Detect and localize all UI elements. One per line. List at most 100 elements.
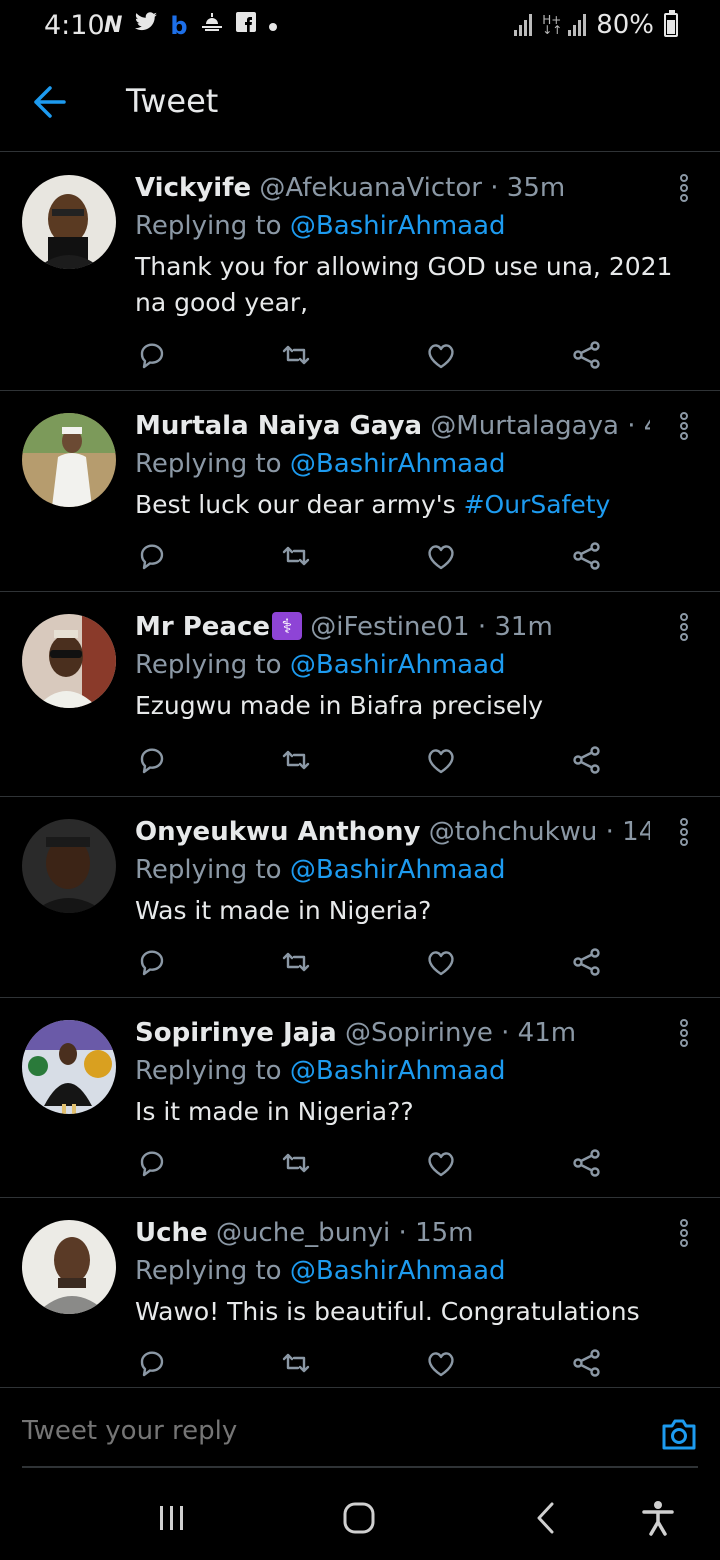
reply-item[interactable]: Onyeukwu Anthony @tohchukwu · 14m Replyi… (0, 797, 720, 998)
avatar[interactable] (22, 614, 116, 708)
reply-item[interactable]: Murtala Naiya Gaya @Murtalagaya · 41m Re… (0, 391, 720, 592)
retweet-icon (282, 1353, 310, 1373)
mention-link[interactable]: @BashirAhmaad (290, 211, 506, 241)
retweet-button[interactable] (280, 339, 312, 371)
display-name[interactable]: Onyeukwu Anthony (135, 817, 420, 847)
like-button[interactable] (425, 946, 457, 978)
reply-button[interactable] (136, 1147, 168, 1179)
accessibility-button[interactable] (638, 1498, 678, 1538)
handle: @uche_bunyi (215, 1218, 391, 1248)
like-button[interactable] (425, 1347, 457, 1379)
reply-icon (140, 544, 164, 570)
replying-to: Replying to @BashirAhmaad (135, 855, 506, 885)
display-name[interactable]: Mr Peace (135, 612, 270, 642)
mention-link[interactable]: @BashirAhmaad (290, 855, 506, 885)
like-button[interactable] (425, 744, 457, 776)
retweet-button[interactable] (280, 946, 312, 978)
mention-link[interactable]: @BashirAhmaad (290, 449, 506, 479)
share-icon (573, 341, 600, 369)
input-underline (22, 1466, 698, 1468)
avatar[interactable] (22, 1220, 116, 1314)
mention-link[interactable]: @BashirAhmaad (290, 1056, 506, 1086)
share-button[interactable] (570, 540, 602, 572)
retweet-button[interactable] (280, 744, 312, 776)
replying-to: Replying to @BashirAhmaad (135, 211, 506, 241)
separator: · (605, 817, 614, 847)
reply-button[interactable] (136, 540, 168, 572)
retweet-button[interactable] (280, 1147, 312, 1179)
share-button[interactable] (570, 339, 602, 371)
more-options-button[interactable] (674, 1218, 694, 1248)
reply-button[interactable] (136, 744, 168, 776)
twitter-bird-icon (134, 12, 158, 39)
action-bar (136, 339, 606, 371)
home-button[interactable] (339, 1498, 379, 1538)
nav-back-button[interactable] (526, 1498, 566, 1538)
accessibility-icon (642, 1501, 674, 1536)
reply-item[interactable]: Mr Peace ⚕ @iFestine01 · 31m Replying to … (0, 592, 720, 797)
more-options-button[interactable] (674, 411, 694, 441)
action-bar (136, 946, 606, 978)
retweet-icon (282, 750, 310, 770)
hashtag-link[interactable]: #OurSafety (464, 490, 611, 519)
mention-link[interactable]: @BashirAhmaad (290, 650, 506, 680)
like-button[interactable] (425, 339, 457, 371)
handle: @tohchukwu (428, 817, 598, 847)
like-button[interactable] (425, 540, 457, 572)
facebook-icon (235, 12, 256, 39)
action-bar (136, 744, 606, 776)
network-icon: H+ ↓↑ (542, 13, 563, 37)
more-options-button[interactable] (674, 1018, 694, 1048)
avatar[interactable] (22, 1020, 116, 1114)
recents-button[interactable] (152, 1498, 192, 1538)
signal-icon-2 (568, 14, 587, 36)
battery-percent: 80% (596, 10, 654, 40)
reply-icon (140, 748, 164, 774)
avatar[interactable] (22, 413, 116, 507)
avatar[interactable] (22, 819, 116, 913)
heart-icon (428, 344, 454, 369)
mention-link[interactable]: @BashirAhmaad (290, 1256, 506, 1286)
weather-icon (200, 12, 224, 39)
back-button[interactable] (30, 84, 70, 120)
share-button[interactable] (570, 946, 602, 978)
display-name[interactable]: Murtala Naiya Gaya (135, 411, 422, 441)
reply-item[interactable]: Sopirinye Jaja @Sopirinye · 41m Replying… (0, 998, 720, 1198)
like-button[interactable] (425, 1147, 457, 1179)
more-options-button[interactable] (674, 173, 694, 203)
display-name[interactable]: Sopirinye Jaja (135, 1018, 337, 1048)
reply-header: Uche @uche_bunyi · 15m (135, 1218, 650, 1248)
retweet-icon (282, 952, 310, 972)
timestamp: 35m (506, 173, 566, 203)
timestamp: 14m (622, 817, 650, 847)
retweet-button[interactable] (280, 1347, 312, 1379)
reply-input[interactable] (22, 1416, 622, 1446)
more-options-button[interactable] (674, 817, 694, 847)
recents-icon (160, 1506, 183, 1530)
more-options-button[interactable] (674, 612, 694, 642)
reply-body: Wawo! This is beautiful. Congratulations (135, 1297, 640, 1326)
system-nav-bar (0, 1480, 720, 1560)
reply-icon (140, 343, 164, 369)
share-button[interactable] (570, 1147, 602, 1179)
retweet-button[interactable] (280, 540, 312, 572)
reply-button[interactable] (136, 339, 168, 371)
reply-item[interactable]: Vickyife @AfekuanaVictor · 35m Replying … (0, 153, 720, 391)
replying-label: Replying to (135, 1256, 282, 1286)
reply-button[interactable] (136, 1347, 168, 1379)
avatar[interactable] (22, 175, 116, 269)
timestamp: 31m (494, 612, 553, 642)
reply-text: Wawo! This is beautiful. Congratulations (135, 1294, 690, 1330)
share-button[interactable] (570, 1347, 602, 1379)
camera-button[interactable] (660, 1416, 698, 1452)
reply-button[interactable] (136, 946, 168, 978)
reply-body: Thank you for allowing GOD use una, 2021… (135, 252, 673, 317)
separator: · (477, 612, 487, 642)
replying-to: Replying to @BashirAhmaad (135, 650, 506, 680)
share-button[interactable] (570, 744, 602, 776)
action-bar (136, 540, 606, 572)
reply-header: Mr Peace ⚕ @iFestine01 · 31m (135, 612, 650, 642)
reply-item[interactable]: Uche @uche_bunyi · 15m Replying to @Bash… (0, 1198, 720, 1387)
display-name[interactable]: Uche (135, 1218, 208, 1248)
display-name[interactable]: Vickyife (135, 173, 251, 203)
